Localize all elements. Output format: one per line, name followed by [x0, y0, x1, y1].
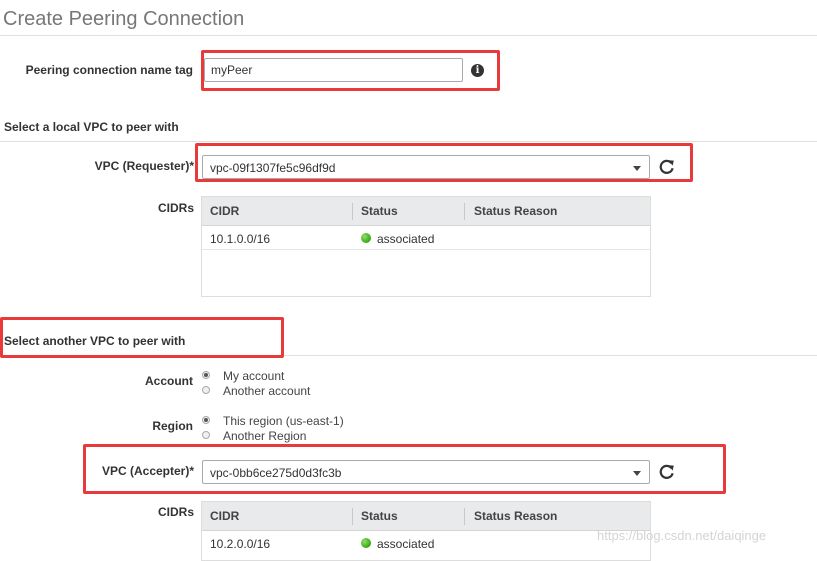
vpc-accepter-value: vpc-0bb6ce275d0d3fc3b: [210, 466, 342, 480]
column-divider: [464, 508, 465, 525]
info-icon[interactable]: i: [471, 64, 484, 77]
local-section-divider: [0, 141, 817, 142]
region-radio-another-region[interactable]: [202, 431, 210, 439]
refresh-icon[interactable]: [657, 462, 677, 482]
status-ok-icon: [361, 233, 371, 243]
region-option-another-region[interactable]: Another Region: [223, 429, 306, 443]
status-cell: associated: [377, 537, 435, 551]
table-header: CIDR Status Status Reason: [202, 197, 650, 226]
local-cidr-table: CIDR Status Status Reason 10.1.0.0/16 as…: [201, 196, 651, 297]
page-title: Create Peering Connection: [3, 8, 245, 30]
name-tag-input[interactable]: [204, 58, 463, 82]
another-section-title: Select another VPC to peer with: [4, 334, 186, 348]
name-tag-label: Peering connection name tag: [25, 63, 193, 77]
status-cell: associated: [377, 232, 435, 246]
another-section-divider: [0, 355, 817, 356]
account-option-another-account[interactable]: Another account: [223, 384, 310, 398]
refresh-icon[interactable]: [657, 157, 677, 177]
region-option-this-region[interactable]: This region (us-east-1): [223, 414, 344, 428]
table-header: CIDR Status Status Reason: [202, 502, 650, 531]
column-divider: [352, 508, 353, 525]
column-header-cidr: CIDR: [210, 509, 240, 523]
accepter-cidr-table: CIDR Status Status Reason 10.2.0.0/16 as…: [201, 501, 651, 561]
column-header-cidr: CIDR: [210, 204, 240, 218]
account-radio-my-account[interactable]: [202, 371, 210, 379]
watermark-text: https://blog.csdn.net/daiqinge: [597, 528, 767, 543]
chevron-down-icon: [633, 471, 641, 476]
account-radio-another-account[interactable]: [202, 386, 210, 394]
column-divider: [464, 203, 465, 220]
accepter-cidrs-label: CIDRs: [157, 505, 194, 519]
vpc-accepter-label: VPC (Accepter)*: [101, 464, 194, 478]
local-cidrs-label: CIDRs: [157, 201, 194, 215]
chevron-down-icon: [633, 166, 641, 171]
column-header-status: Status: [361, 509, 398, 523]
vpc-requester-value: vpc-09f1307fe5c96df9d: [210, 161, 336, 175]
vpc-requester-select[interactable]: vpc-09f1307fe5c96df9d: [202, 155, 650, 179]
account-option-my-account[interactable]: My account: [223, 369, 284, 383]
cidr-cell: 10.2.0.0/16: [210, 537, 271, 551]
column-header-status-reason: Status Reason: [474, 204, 558, 218]
cidr-cell: 10.1.0.0/16: [210, 232, 271, 246]
status-ok-icon: [361, 538, 371, 548]
table-row: 10.1.0.0/16 associated: [202, 226, 650, 250]
account-label: Account: [145, 374, 193, 388]
column-header-status: Status: [361, 204, 398, 218]
vpc-requester-label: VPC (Requester)*: [94, 159, 194, 173]
table-row: 10.2.0.0/16 associated: [202, 531, 650, 555]
vpc-accepter-select[interactable]: vpc-0bb6ce275d0d3fc3b: [202, 460, 650, 484]
title-divider: [0, 35, 817, 36]
region-radio-this-region[interactable]: [202, 416, 210, 424]
column-header-status-reason: Status Reason: [474, 509, 558, 523]
column-divider: [352, 203, 353, 220]
local-section-title: Select a local VPC to peer with: [4, 120, 179, 134]
region-label: Region: [152, 419, 193, 433]
